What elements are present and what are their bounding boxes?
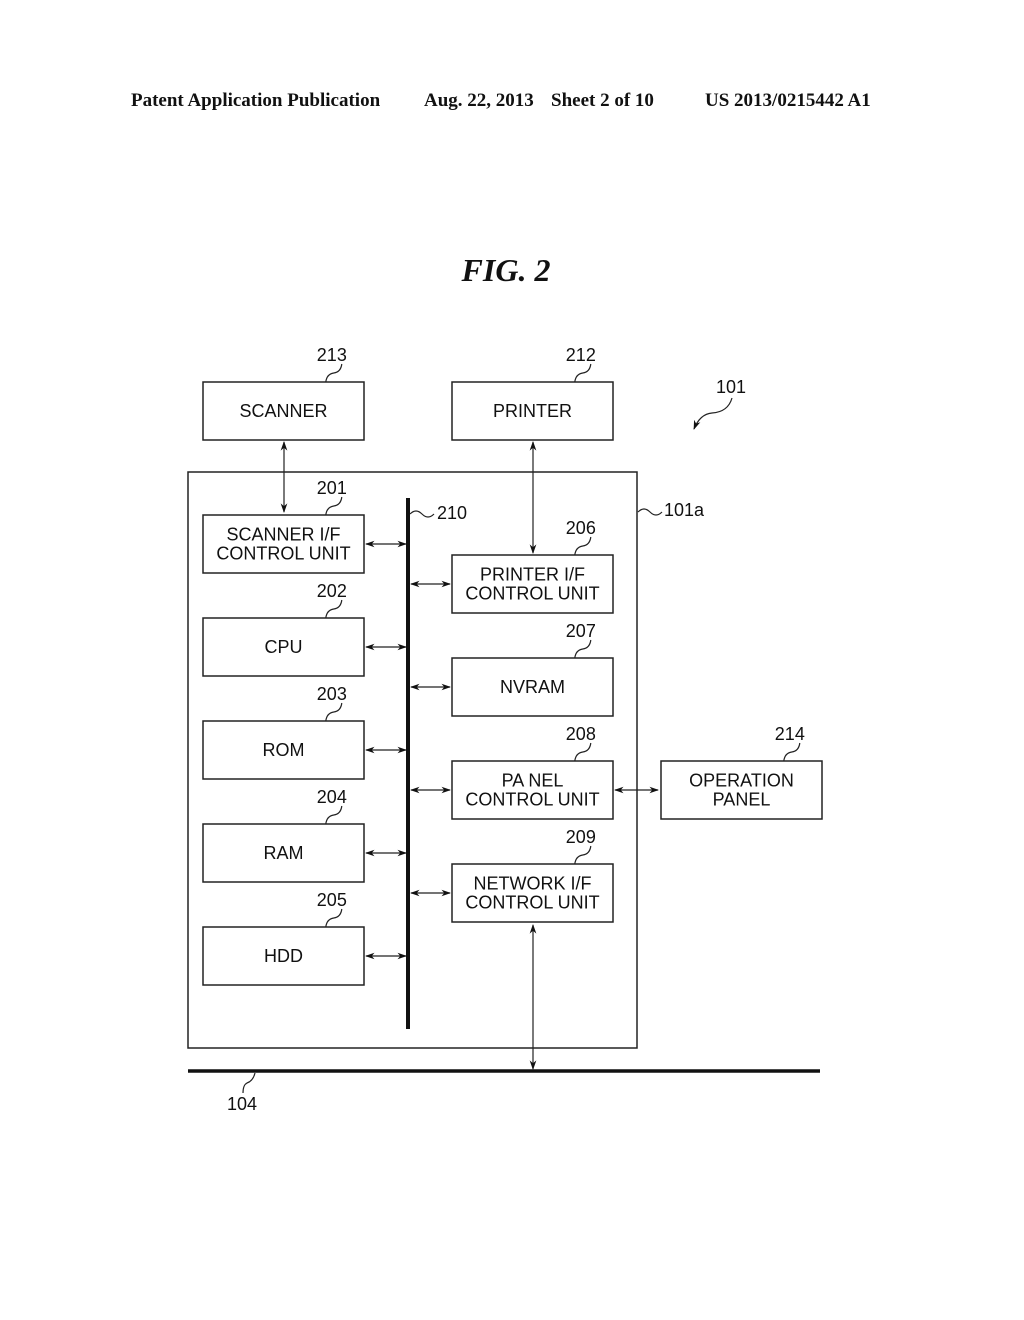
leader-214	[783, 742, 801, 762]
ref-201: 201	[317, 478, 347, 498]
block-operation-panel: OPERATIONPANEL 214	[660, 724, 823, 820]
ref-204: 204	[317, 787, 347, 807]
block-diagram: 101a 101 210 104 SCANNER 213 PRINTER 212 OPE…	[187, 345, 823, 1114]
ref-202: 202	[317, 581, 347, 601]
ref-101a: 101a	[664, 500, 705, 520]
operation-panel-label: PANEL	[713, 790, 771, 810]
scanner-label: SCANNER	[239, 401, 327, 421]
ref-209: 209	[566, 827, 596, 847]
block-printer: PRINTER 212	[451, 345, 614, 441]
ref-104: 104	[227, 1094, 257, 1114]
leader-202	[325, 599, 343, 619]
panel-control-label: CONTROL UNIT	[465, 790, 599, 810]
ref-203: 203	[317, 684, 347, 704]
cpu-label: CPU	[264, 637, 302, 657]
block-ram: RAM 204	[202, 787, 407, 883]
hdd-label: HDD	[264, 946, 303, 966]
block-scanner-if: SCANNER I/FCONTROL UNIT 201	[202, 478, 407, 574]
leader-207	[574, 639, 592, 659]
leader-204	[325, 805, 343, 825]
block-scanner: SCANNER 213	[202, 345, 365, 441]
ref-212: 212	[566, 345, 596, 365]
printer-if-label: CONTROL UNIT	[465, 584, 599, 604]
printer-label: PRINTER	[493, 401, 572, 421]
rom-label: ROM	[263, 740, 305, 760]
leader-101a	[637, 508, 663, 516]
ref-210: 210	[437, 503, 467, 523]
network-if-label: NETWORK I/F	[474, 874, 592, 894]
printer-if-label: PRINTER I/F	[480, 565, 585, 585]
leader-208	[574, 742, 592, 762]
block-network-if: NETWORK I/FCONTROL UNIT 209	[410, 827, 614, 923]
scanner-if-label: SCANNER I/F	[226, 525, 340, 545]
block-nvram: NVRAM 207	[410, 621, 614, 717]
block-cpu: CPU 202	[202, 581, 407, 677]
ref-207: 207	[566, 621, 596, 641]
ram-label: RAM	[264, 843, 304, 863]
ref-101: 101	[716, 377, 746, 397]
system-pointer-arrow	[693, 397, 733, 430]
panel-control-label: PA NEL	[502, 771, 564, 791]
network-if-label: CONTROL UNIT	[465, 893, 599, 913]
leader-212	[574, 363, 592, 383]
ref-214: 214	[775, 724, 805, 744]
nvram-label: NVRAM	[500, 677, 565, 697]
block-hdd: HDD 205	[202, 890, 407, 986]
leader-201	[325, 496, 343, 516]
leader-203	[325, 702, 343, 722]
ref-206: 206	[566, 518, 596, 538]
block-panel-control: PA NELCONTROL UNIT 208	[410, 724, 614, 820]
leader-104	[242, 1072, 256, 1094]
leader-205	[325, 908, 343, 928]
block-rom: ROM 203	[202, 684, 407, 780]
scanner-if-label: CONTROL UNIT	[216, 544, 350, 564]
leader-213	[325, 363, 343, 383]
leader-209	[574, 845, 592, 865]
operation-panel-label: OPERATION	[689, 771, 794, 791]
leader-206	[574, 536, 592, 556]
ref-213: 213	[317, 345, 347, 365]
ref-205: 205	[317, 890, 347, 910]
block-printer-if: PRINTER I/FCONTROL UNIT 206	[410, 518, 614, 614]
leader-210	[409, 510, 435, 518]
ref-208: 208	[566, 724, 596, 744]
